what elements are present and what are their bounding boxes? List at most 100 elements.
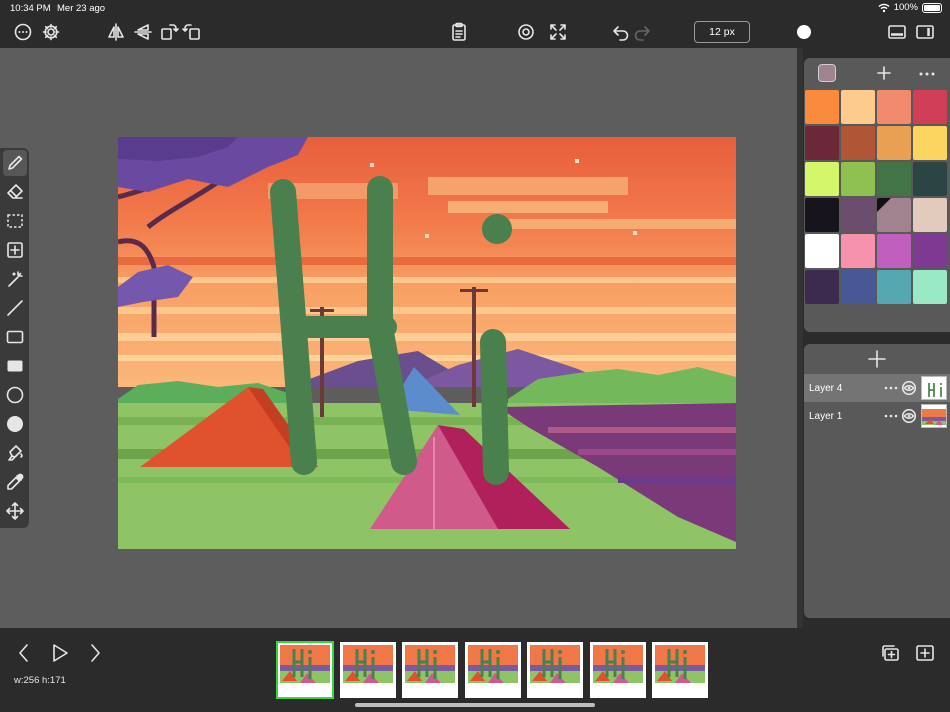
flip-vertical-icon[interactable] [133,22,153,42]
status-time: 10:34 PM [10,3,51,14]
color-swatch[interactable] [805,126,839,160]
add-select-icon [7,242,23,258]
color-swatch[interactable] [805,162,839,196]
rectangle-outline-icon [6,330,24,344]
magic-wand-tool[interactable] [3,266,27,292]
frame-thumbnail[interactable]: 6 [589,642,646,698]
panel-divider[interactable] [797,48,803,628]
rect-select-icon [7,214,23,228]
color-swatch[interactable] [841,234,875,268]
color-swatch[interactable] [805,90,839,124]
rectangle-filled-tool[interactable] [3,353,27,379]
color-swatch[interactable] [877,270,911,304]
panel-toggle-right-icon[interactable] [915,22,935,42]
frame-thumbnail[interactable]: 2 [339,642,396,698]
layer-row-layer-4[interactable]: Layer 4 [804,374,950,402]
eraser-icon [7,184,23,199]
rectangle-filled-icon [7,360,23,372]
color-swatch[interactable] [841,162,875,196]
layer-name: Layer 1 [809,411,843,422]
color-swatch[interactable] [841,198,875,232]
status-date: Mer 23 ago [57,3,106,14]
color-swatch[interactable] [913,90,947,124]
color-swatch[interactable] [913,198,947,232]
brush-preview[interactable] [797,25,811,39]
layer-row-layer-1[interactable]: Layer 1 [804,402,950,430]
layer-more-icon[interactable] [883,381,899,395]
layers-panel: Layer 4 Layer 1 [804,344,950,618]
color-swatch[interactable] [913,270,947,304]
color-swatch[interactable] [877,90,911,124]
magic-wand-icon [8,271,23,287]
color-swatch[interactable] [841,126,875,160]
color-swatch[interactable] [805,234,839,268]
status-bar: 10:34 PM Mer 23 ago 100% [0,0,950,16]
add-layer-icon[interactable] [867,349,887,369]
palette-more-icon[interactable] [918,67,936,81]
drawing-canvas[interactable] [118,137,736,549]
palette-panel [804,58,950,332]
previous-frame-icon[interactable] [14,642,34,664]
play-icon[interactable] [50,642,70,664]
rotate-left-icon[interactable] [182,22,202,42]
pencil-tool[interactable] [3,150,27,176]
redo-icon[interactable] [632,22,652,42]
color-swatches [805,90,947,304]
frame-thumbnail[interactable]: 3 [402,642,458,698]
current-color-swatch[interactable] [818,64,836,82]
layer-more-icon[interactable] [883,409,899,423]
frame-thumbnail[interactable]: 1 [276,641,334,699]
add-frame-icon[interactable] [915,644,935,662]
add-color-icon[interactable] [875,64,893,82]
ellipse-filled-tool[interactable] [3,411,27,437]
ellipse-outline-tool[interactable] [3,382,27,408]
move-icon [6,502,24,520]
layer-thumbnail [921,376,947,400]
clipboard-icon[interactable] [449,22,469,42]
next-frame-icon[interactable] [85,642,105,664]
frame-thumbnail[interactable]: 4 [464,642,521,698]
panel-toggle-bottom-icon[interactable] [887,22,907,42]
layer-visibility-eye-icon[interactable] [901,409,917,423]
add-select-tool[interactable] [3,237,27,263]
rect-select-tool[interactable] [3,208,27,234]
brush-size-button[interactable]: 12 px [694,21,750,43]
flip-horizontal-icon[interactable] [106,22,126,42]
color-swatch[interactable] [841,90,875,124]
pencil-icon [8,155,23,170]
rotate-right-icon[interactable] [159,22,179,42]
layer-visibility-eye-icon[interactable] [901,381,917,395]
frame-thumbnail[interactable]: 7 [652,642,708,698]
color-swatch[interactable] [805,198,839,232]
fill-bucket-tool[interactable] [3,440,27,466]
rectangle-outline-tool[interactable] [3,324,27,350]
move-tool[interactable] [3,498,27,524]
top-toolbar: 12 px [0,16,950,48]
tools-sidebar [0,148,29,528]
color-swatch[interactable] [877,234,911,268]
eraser-tool[interactable] [3,179,27,205]
color-swatch[interactable] [913,126,947,160]
undo-icon[interactable] [611,22,631,42]
more-icon[interactable] [13,22,33,42]
frame-thumbnail[interactable]: 5 [527,642,583,698]
color-swatch[interactable] [913,234,947,268]
line-tool[interactable] [3,295,27,321]
center-target-icon[interactable] [516,22,536,42]
home-indicator [355,703,595,707]
color-swatch[interactable] [913,162,947,196]
ellipse-outline-icon [6,386,24,404]
canvas-dimensions: w:256 h:171 [14,675,66,686]
settings-icon[interactable] [41,22,61,42]
battery-percent: 100% [893,2,918,13]
fullscreen-icon[interactable] [548,22,568,42]
eyedropper-tool[interactable] [3,469,27,495]
duplicate-frame-icon[interactable] [880,644,900,662]
color-swatch[interactable] [805,270,839,304]
ellipse-filled-icon [7,416,23,432]
color-swatch[interactable] [877,126,911,160]
color-swatch[interactable] [877,162,911,196]
color-swatch[interactable] [841,270,875,304]
eyedropper-icon [7,473,24,490]
color-swatch[interactable] [877,198,911,232]
